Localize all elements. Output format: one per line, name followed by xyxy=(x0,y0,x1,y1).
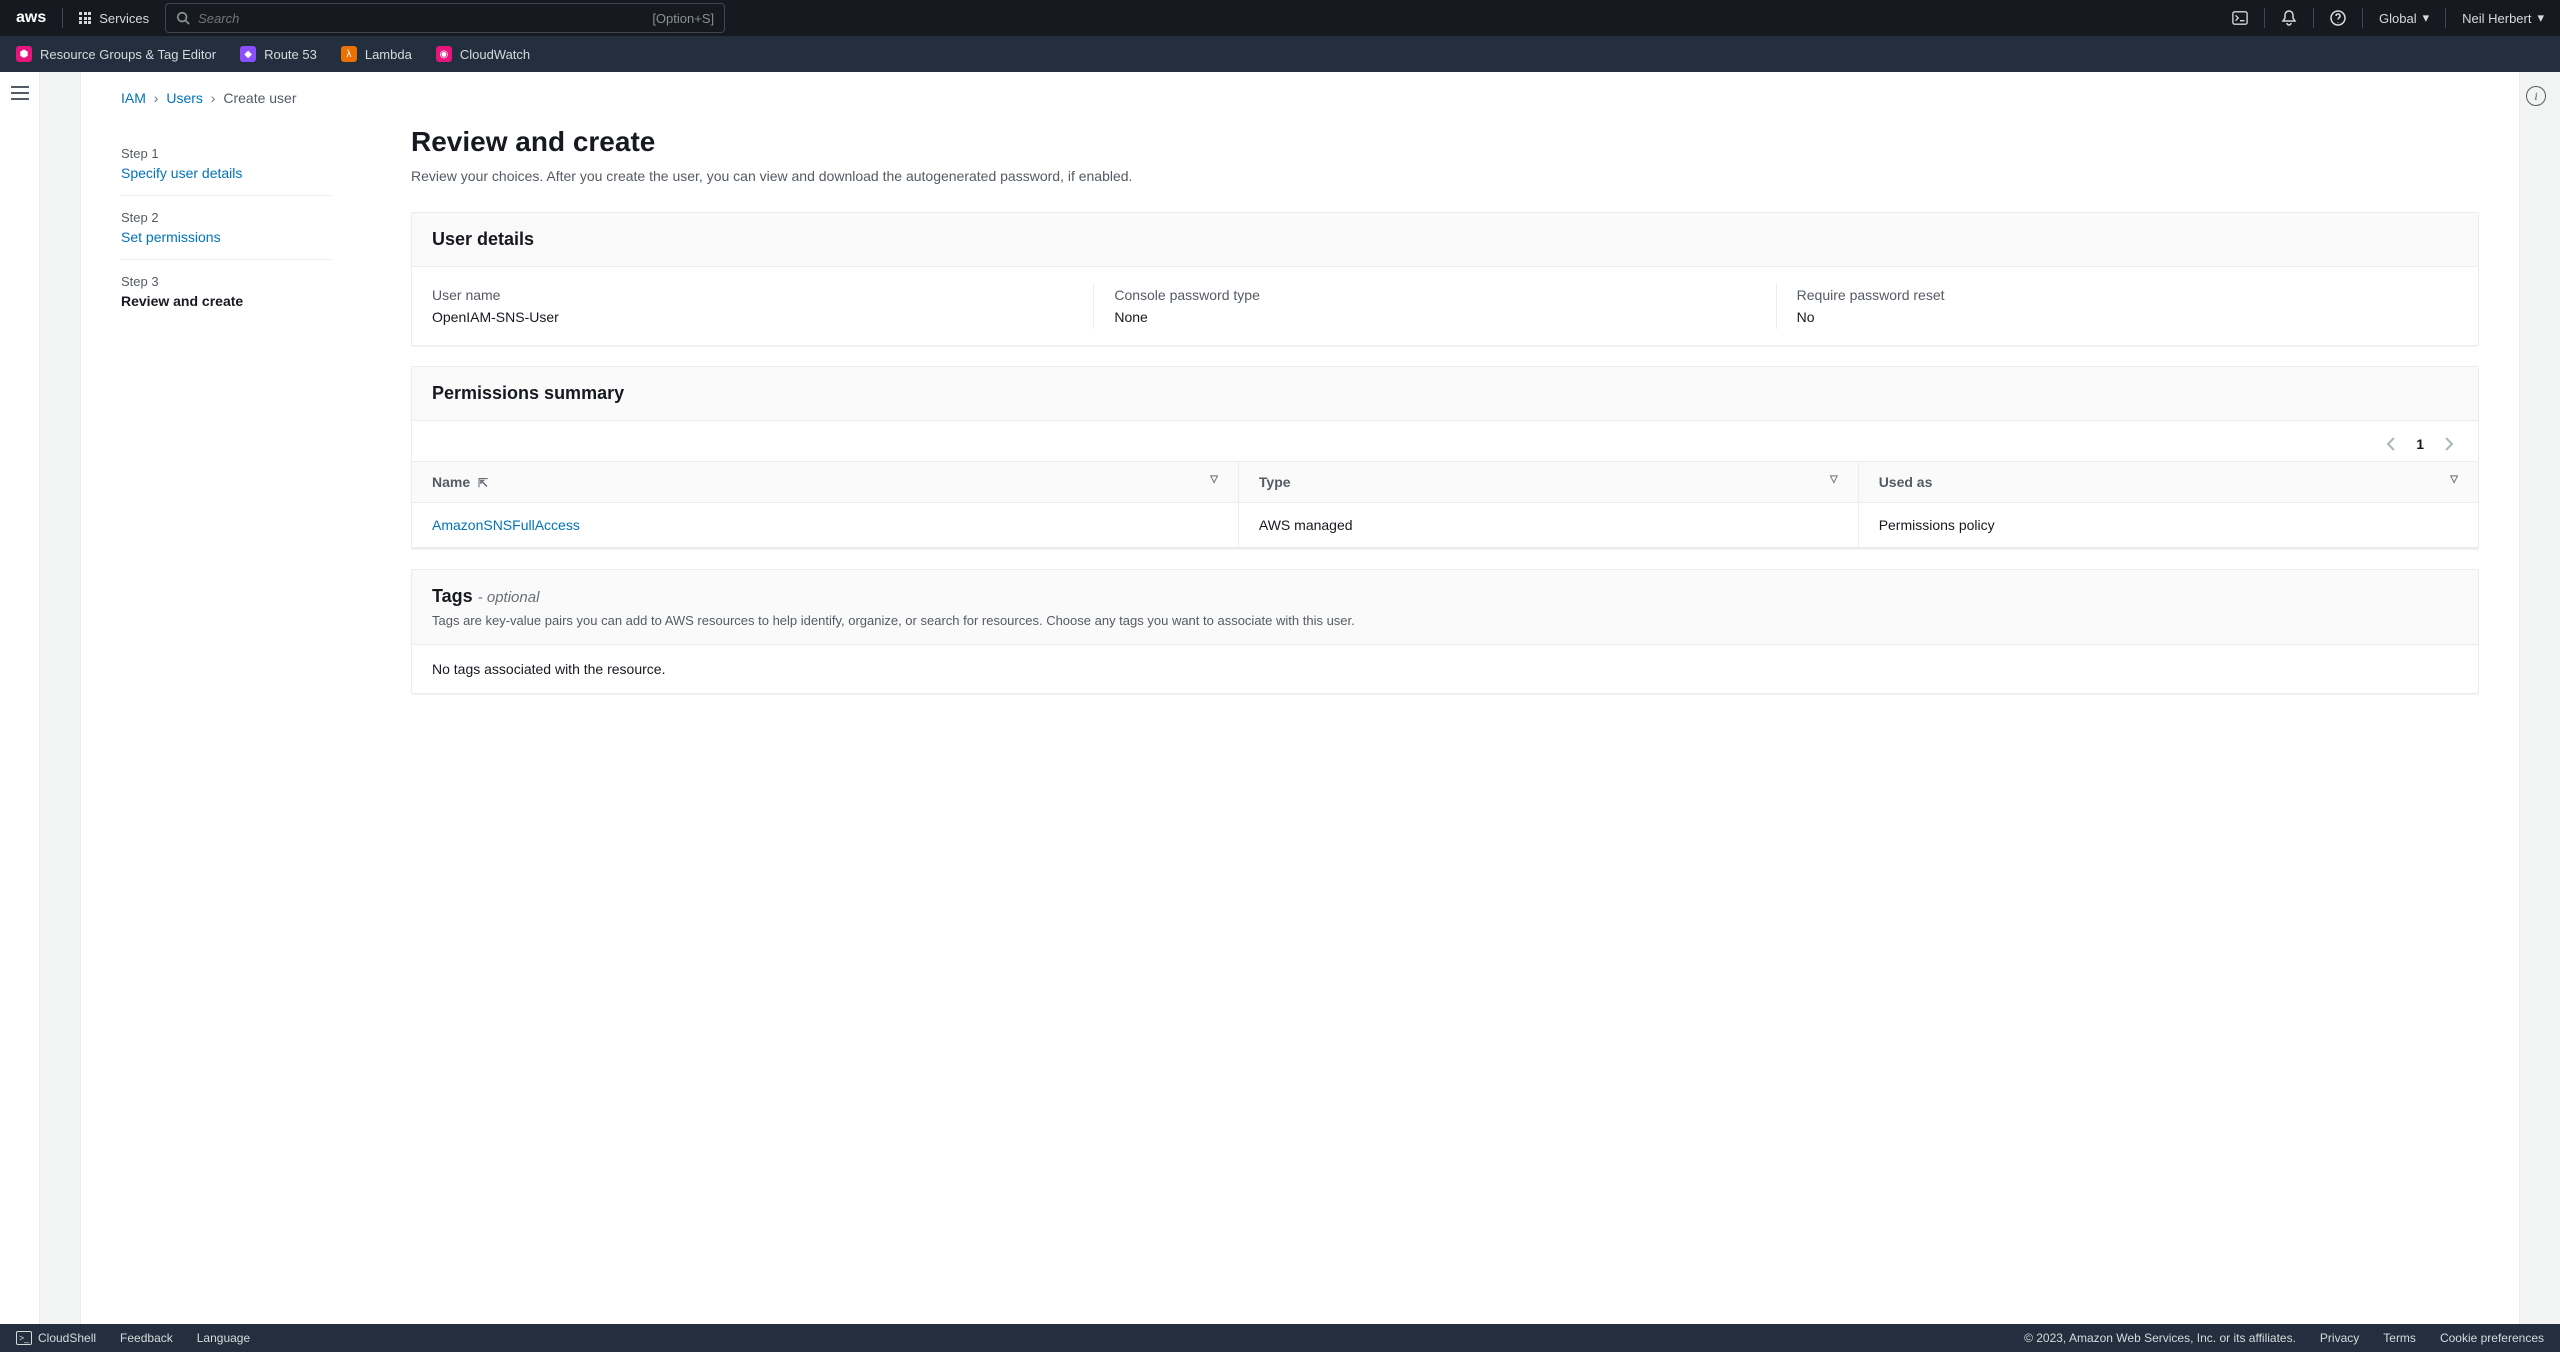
pager-prev-button[interactable] xyxy=(2382,433,2400,455)
user-details-panel: User details User name OpenIAM-SNS-User … xyxy=(411,212,2479,346)
tags-panel: Tags - optional Tags are key-value pairs… xyxy=(411,569,2479,694)
main-content: Review and create Review your choices. A… xyxy=(411,126,2479,714)
external-link-icon: ⇱ xyxy=(478,476,488,490)
expand-sidenav-button[interactable] xyxy=(11,86,29,100)
chevron-down-icon: ▾ xyxy=(2537,10,2544,26)
account-menu[interactable]: Neil Herbert ▾ xyxy=(2462,10,2544,26)
language-link[interactable]: Language xyxy=(197,1331,250,1345)
divider xyxy=(62,8,63,28)
permissions-heading: Permissions summary xyxy=(432,383,2458,404)
breadcrumb-current: Create user xyxy=(223,90,296,106)
permissions-summary-panel: Permissions summary 1 xyxy=(411,366,2479,549)
col-name[interactable]: Name ⇱ ▽ xyxy=(412,462,1238,503)
region-selector[interactable]: Global ▾ xyxy=(2379,10,2429,26)
divider xyxy=(2313,8,2314,28)
service-icon: ◆ xyxy=(240,46,256,62)
favorites-bar: ⬢ Resource Groups & Tag Editor ◆ Route 5… xyxy=(0,36,2560,72)
cloudshell-icon: >_ xyxy=(16,1331,32,1345)
wizard-step-1[interactable]: Step 1 Specify user details xyxy=(121,132,331,196)
services-menu-button[interactable]: Services xyxy=(79,11,149,26)
search-icon xyxy=(176,11,190,25)
sort-icon: ▽ xyxy=(2450,474,2458,485)
kv-password-reset: Require password reset No xyxy=(1776,283,2458,329)
kv-password-type: Console password type None xyxy=(1093,283,1775,329)
kv-username: User name OpenIAM-SNS-User xyxy=(432,283,1093,329)
service-icon: ◉ xyxy=(436,46,452,62)
chevron-down-icon: ▾ xyxy=(2423,10,2430,26)
favorite-lambda[interactable]: λ Lambda xyxy=(341,46,412,62)
permissions-table: Name ⇱ ▽ Type ▽ Used as xyxy=(412,461,2478,548)
info-panel-toggle[interactable]: i xyxy=(2526,86,2546,106)
divider xyxy=(2362,8,2363,28)
feedback-link[interactable]: Feedback xyxy=(120,1331,173,1345)
grid-icon xyxy=(79,12,91,24)
console-footer: >_ CloudShell Feedback Language © 2023, … xyxy=(0,1324,2560,1352)
chevron-right-icon: › xyxy=(154,90,159,106)
copyright-text: © 2023, Amazon Web Services, Inc. or its… xyxy=(2024,1331,2296,1345)
services-label: Services xyxy=(99,11,149,26)
wizard-step-2[interactable]: Step 2 Set permissions xyxy=(121,196,331,260)
help-icon[interactable] xyxy=(2330,10,2346,26)
sort-icon: ▽ xyxy=(1210,474,1218,485)
pager-next-button[interactable] xyxy=(2440,433,2458,455)
privacy-link[interactable]: Privacy xyxy=(2320,1331,2359,1345)
global-nav: aws Services [Option+S] Global ▾ Neil He xyxy=(0,0,2560,36)
col-type[interactable]: Type ▽ xyxy=(1238,462,1858,503)
breadcrumb: IAM › Users › Create user xyxy=(81,72,2519,106)
divider xyxy=(2445,8,2446,28)
notifications-icon[interactable] xyxy=(2281,10,2297,26)
table-row: AmazonSNSFullAccess AWS managed Permissi… xyxy=(412,503,2478,548)
cloudshell-icon[interactable] xyxy=(2232,10,2248,26)
wizard-steps: Step 1 Specify user details Step 2 Set p… xyxy=(121,126,331,714)
favorite-route53[interactable]: ◆ Route 53 xyxy=(240,46,317,62)
favorite-resource-groups[interactable]: ⬢ Resource Groups & Tag Editor xyxy=(16,46,216,62)
terms-link[interactable]: Terms xyxy=(2383,1331,2416,1345)
cloudshell-button[interactable]: >_ CloudShell xyxy=(16,1331,96,1345)
breadcrumb-iam[interactable]: IAM xyxy=(121,90,146,106)
search-box[interactable]: [Option+S] xyxy=(165,3,725,33)
page-subtitle: Review your choices. After you create th… xyxy=(411,168,2479,184)
tags-heading: Tags - optional xyxy=(432,586,539,606)
breadcrumb-users[interactable]: Users xyxy=(166,90,203,106)
service-icon: ⬢ xyxy=(16,46,32,62)
search-shortcut-hint: [Option+S] xyxy=(652,11,714,26)
policy-link[interactable]: AmazonSNSFullAccess xyxy=(432,517,580,533)
favorite-cloudwatch[interactable]: ◉ CloudWatch xyxy=(436,46,530,62)
chevron-right-icon: › xyxy=(211,90,216,106)
tags-description: Tags are key-value pairs you can add to … xyxy=(432,613,2458,628)
user-details-heading: User details xyxy=(432,229,2458,250)
wizard-step-3: Step 3 Review and create xyxy=(121,260,331,323)
tags-empty-text: No tags associated with the resource. xyxy=(432,661,665,677)
pager-current-page: 1 xyxy=(2410,436,2430,452)
search-input[interactable] xyxy=(198,11,644,26)
sort-icon: ▽ xyxy=(1830,474,1838,485)
divider xyxy=(2264,8,2265,28)
sidenav-collapsed xyxy=(0,72,40,1324)
service-icon: λ xyxy=(341,46,357,62)
aws-logo[interactable]: aws xyxy=(16,9,46,27)
cookie-prefs-link[interactable]: Cookie preferences xyxy=(2440,1331,2544,1345)
page-title: Review and create xyxy=(411,126,2479,158)
col-used-as[interactable]: Used as ▽ xyxy=(1858,462,2478,503)
